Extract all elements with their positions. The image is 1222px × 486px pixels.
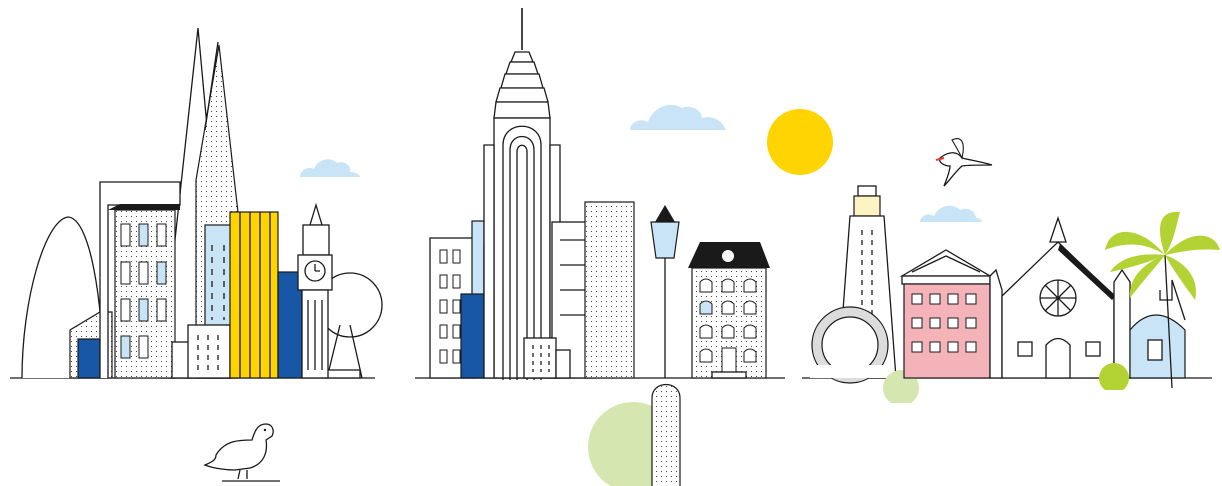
blue-arched-house bbox=[1129, 279, 1186, 379]
dotted-column bbox=[651, 383, 681, 486]
colonial-house bbox=[899, 249, 1003, 379]
tropicbird-icon bbox=[935, 138, 993, 187]
yellow-tower bbox=[229, 211, 279, 379]
pigeon-icon bbox=[203, 423, 280, 482]
small-block bbox=[171, 341, 191, 379]
city-skyline-illustration bbox=[10, 8, 1220, 486]
street-lamp bbox=[650, 205, 680, 378]
cloud-icon bbox=[300, 159, 360, 177]
london-scene bbox=[10, 27, 383, 482]
white-office-block bbox=[187, 324, 231, 379]
framed-tower-wedge bbox=[108, 204, 180, 210]
dotted-tower bbox=[584, 201, 635, 379]
cloud-icon bbox=[630, 104, 726, 130]
spire-tower bbox=[1113, 268, 1131, 379]
navy-tower bbox=[460, 293, 486, 379]
sun-icon bbox=[767, 109, 833, 175]
navy-block bbox=[77, 338, 101, 379]
cloud-icon bbox=[920, 205, 982, 222]
townhouse bbox=[688, 242, 770, 379]
big-ben bbox=[297, 202, 333, 379]
caribbean-scene bbox=[802, 138, 1220, 423]
chrysler-building bbox=[483, 8, 561, 380]
church bbox=[1001, 215, 1116, 379]
new-york-scene bbox=[415, 8, 833, 486]
bush-shape bbox=[1099, 363, 1129, 393]
